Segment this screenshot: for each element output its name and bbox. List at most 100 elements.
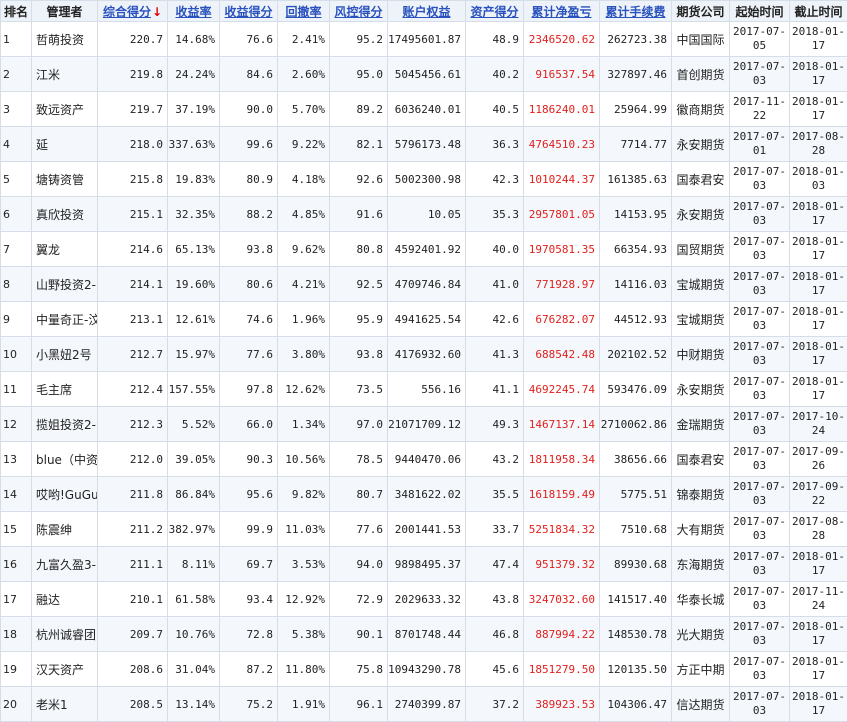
start-date: 2017-07-03	[730, 57, 790, 92]
asset-score: 36.3	[466, 127, 524, 162]
table-body: 1哲萌投资220.714.68%76.62.41%95.217495601.87…	[1, 22, 847, 722]
risk-score: 77.6	[330, 512, 388, 547]
asset-score: 42.6	[466, 302, 524, 337]
header-asset-score[interactable]: 资产得分	[466, 1, 524, 22]
rank-cell: 20	[1, 687, 32, 722]
drawdown-rate: 11.03%	[278, 512, 330, 547]
drawdown-rate: 9.82%	[278, 477, 330, 512]
rank-cell: 1	[1, 22, 32, 57]
futures-company: 东海期货	[672, 547, 730, 582]
manager-name: 小黑妞2号	[32, 337, 98, 372]
end-date: 2018-01-17	[790, 372, 847, 407]
return-score: 72.8	[220, 617, 278, 652]
drawdown-rate: 11.80%	[278, 652, 330, 687]
return-score: 90.3	[220, 442, 278, 477]
account-equity: 5002300.98	[388, 162, 466, 197]
table-row: 2江米219.824.24%84.62.60%95.05045456.6140.…	[1, 57, 847, 92]
futures-company: 永安期货	[672, 127, 730, 162]
asset-score: 40.2	[466, 57, 524, 92]
rank-cell: 3	[1, 92, 32, 127]
manager-name: 哎哟!GuGu	[32, 477, 98, 512]
header-drawdown[interactable]: 回撤率	[278, 1, 330, 22]
table-row: 3致远资产219.737.19%90.05.70%89.26036240.014…	[1, 92, 847, 127]
return-rate: 14.68%	[168, 22, 220, 57]
total-fees: 66354.93	[600, 232, 672, 267]
start-date: 2017-07-03	[730, 197, 790, 232]
end-date: 2018-01-17	[790, 92, 847, 127]
composite-score: 220.7	[98, 22, 168, 57]
composite-score: 209.7	[98, 617, 168, 652]
start-date: 2017-07-01	[730, 127, 790, 162]
manager-name: 真欣投资	[32, 197, 98, 232]
end-date: 2018-01-17	[790, 197, 847, 232]
futures-company: 华泰长城	[672, 582, 730, 617]
account-equity: 556.16	[388, 372, 466, 407]
net-profit: 3247032.60	[524, 582, 600, 617]
header-start-date: 起始时间	[730, 1, 790, 22]
table-row: 7翼龙214.665.13%93.89.62%80.84592401.9240.…	[1, 232, 847, 267]
net-profit: 389923.53	[524, 687, 600, 722]
drawdown-rate: 2.60%	[278, 57, 330, 92]
total-fees: 593476.09	[600, 372, 672, 407]
total-fees: 25964.99	[600, 92, 672, 127]
rank-cell: 10	[1, 337, 32, 372]
total-fees: 7510.68	[600, 512, 672, 547]
end-date: 2017-08-28	[790, 127, 847, 162]
header-equity[interactable]: 账户权益	[388, 1, 466, 22]
composite-score: 211.2	[98, 512, 168, 547]
asset-score: 40.5	[466, 92, 524, 127]
total-fees: 2710062.86	[600, 407, 672, 442]
net-profit: 1467137.14	[524, 407, 600, 442]
rank-cell: 5	[1, 162, 32, 197]
risk-score: 80.8	[330, 232, 388, 267]
net-profit: 4692245.74	[524, 372, 600, 407]
manager-name: 老米1	[32, 687, 98, 722]
return-score: 80.9	[220, 162, 278, 197]
risk-score: 97.0	[330, 407, 388, 442]
header-fees[interactable]: 累计手续费	[600, 1, 672, 22]
start-date: 2017-07-03	[730, 267, 790, 302]
table-row: 20老米1208.513.14%75.21.91%96.12740399.873…	[1, 687, 847, 722]
rank-cell: 2	[1, 57, 32, 92]
asset-score: 37.2	[466, 687, 524, 722]
table-row: 11毛主席212.4157.55%97.812.62%73.5556.1641.…	[1, 372, 847, 407]
asset-score: 43.8	[466, 582, 524, 617]
return-score: 77.6	[220, 337, 278, 372]
asset-score: 41.3	[466, 337, 524, 372]
table-row: 14哎哟!GuGu211.886.84%95.69.82%80.73481622…	[1, 477, 847, 512]
drawdown-rate: 4.21%	[278, 267, 330, 302]
end-date: 2018-01-17	[790, 687, 847, 722]
header-company: 期货公司	[672, 1, 730, 22]
composite-score: 214.6	[98, 232, 168, 267]
table-row: 6真欣投资215.132.35%88.24.85%91.610.0535.329…	[1, 197, 847, 232]
header-net-profit[interactable]: 累计净盈亏	[524, 1, 600, 22]
return-score: 76.6	[220, 22, 278, 57]
header-composite-score[interactable]: 综合得分↓	[98, 1, 168, 22]
start-date: 2017-07-03	[730, 337, 790, 372]
net-profit: 676282.07	[524, 302, 600, 337]
rank-cell: 11	[1, 372, 32, 407]
account-equity: 17495601.87	[388, 22, 466, 57]
return-rate: 65.13%	[168, 232, 220, 267]
header-return-rate[interactable]: 收益率	[168, 1, 220, 22]
header-risk-score[interactable]: 风控得分	[330, 1, 388, 22]
total-fees: 262723.38	[600, 22, 672, 57]
header-return-score[interactable]: 收益得分	[220, 1, 278, 22]
total-fees: 161385.63	[600, 162, 672, 197]
return-score: 69.7	[220, 547, 278, 582]
return-rate: 86.84%	[168, 477, 220, 512]
return-score: 93.4	[220, 582, 278, 617]
end-date: 2017-10-24	[790, 407, 847, 442]
end-date: 2018-01-17	[790, 232, 847, 267]
return-score: 95.6	[220, 477, 278, 512]
drawdown-rate: 5.70%	[278, 92, 330, 127]
asset-score: 49.3	[466, 407, 524, 442]
account-equity: 9898495.37	[388, 547, 466, 582]
total-fees: 14153.95	[600, 197, 672, 232]
total-fees: 5775.51	[600, 477, 672, 512]
rank-cell: 18	[1, 617, 32, 652]
end-date: 2017-09-22	[790, 477, 847, 512]
futures-company: 宝城期货	[672, 302, 730, 337]
futures-company: 国贸期货	[672, 232, 730, 267]
return-rate: 382.97%	[168, 512, 220, 547]
